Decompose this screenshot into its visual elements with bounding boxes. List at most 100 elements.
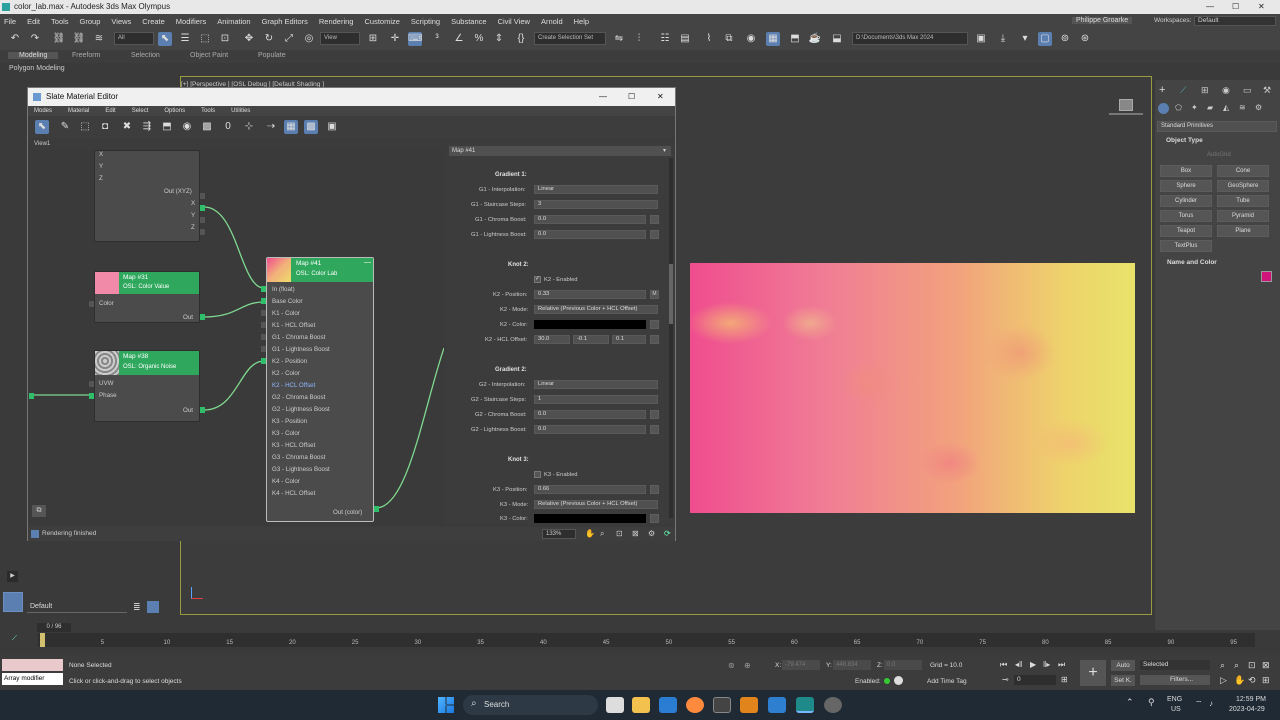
ribbon-tab-selection[interactable]: Selection <box>131 52 160 59</box>
node-map41[interactable]: Map #41 OSL: Color Lab — In (float) Base… <box>266 257 374 522</box>
pin-in-float[interactable] <box>261 286 266 292</box>
select-object-icon[interactable]: ⬉ <box>158 32 172 46</box>
next-frame-icon[interactable]: ‖▸ <box>1043 660 1050 669</box>
sme-layout-children-icon[interactable]: ⇢ <box>264 120 278 134</box>
wifi-icon[interactable]: ⌔ <box>1195 699 1203 709</box>
param-scrollbar-thumb[interactable] <box>669 264 673 324</box>
sme-material-id-icon[interactable]: 0 <box>221 120 235 134</box>
pin-out-xyz[interactable] <box>200 193 205 199</box>
grid-icon[interactable]: ⊚ <box>1058 32 1072 46</box>
node-map38[interactable]: Map #38 OSL: Organic Noise UVW Phase Out <box>94 350 200 422</box>
named-selection-dropdown[interactable]: Create Selection Set <box>534 32 606 45</box>
g1-lightness-spinner[interactable]: 0.0 <box>534 230 646 239</box>
param-scrollbar[interactable] <box>669 158 673 518</box>
percent-snap-icon[interactable]: % <box>472 32 486 46</box>
pyramid-button[interactable]: Pyramid <box>1217 210 1269 222</box>
sme-minimize-button[interactable]: — <box>599 88 607 106</box>
spacewarps-icon[interactable]: ≋ <box>1239 103 1246 112</box>
pin-map38-out[interactable] <box>200 407 205 413</box>
adaptive-degradation-icon[interactable] <box>884 678 890 684</box>
render-frame-icon[interactable]: ⬒ <box>788 32 802 46</box>
spinner-snap-icon[interactable]: ⇕ <box>492 32 506 46</box>
toggle-ribbon-icon[interactable]: ▤ <box>678 32 692 46</box>
k2-hcl-l-spinner[interactable]: 0.1 <box>612 335 646 344</box>
timeline-scrollbar[interactable] <box>38 633 1255 647</box>
viewport-layout-icon[interactable]: ▢ <box>1038 32 1052 46</box>
set-key-big-icon[interactable]: + <box>1080 660 1106 686</box>
render-preview-icon[interactable]: ⟳ <box>664 529 671 538</box>
cylinder-button[interactable]: Cylinder <box>1160 195 1212 207</box>
add-time-tag[interactable]: Add Time Tag <box>927 678 967 685</box>
reference-coord-dropdown[interactable]: View <box>320 32 360 45</box>
modify-tab-icon[interactable]: ⟋ <box>1180 85 1186 96</box>
k2-position-spinner[interactable]: 0.33 <box>534 290 646 299</box>
torus-button[interactable]: Torus <box>1160 210 1212 222</box>
node-map41-header[interactable]: Map #41 OSL: Color Lab — <box>267 258 373 282</box>
undo-icon[interactable]: ↶ <box>8 32 22 46</box>
pivot-icon[interactable]: ⊞ <box>366 32 380 46</box>
scale-icon[interactable]: ⤢ <box>282 32 296 46</box>
menu-create[interactable]: Create <box>142 17 165 26</box>
start-icon[interactable] <box>438 697 454 713</box>
display-tab-icon[interactable]: ▭ <box>1243 85 1252 96</box>
sme-parameter-editor-icon[interactable]: ▩ <box>304 120 318 134</box>
curve-editor-icon[interactable]: ⌇ <box>702 32 716 46</box>
sme-show-map-icon[interactable]: ◉ <box>180 120 194 134</box>
mirror-icon[interactable]: ⇋ <box>612 32 626 46</box>
zoom-selected-icon[interactable]: ⚙ <box>648 529 655 538</box>
time-config-icon[interactable]: ⊞ <box>1061 675 1068 684</box>
set-key-button[interactable]: Set K. <box>1111 675 1135 686</box>
g2-interp-select[interactable]: Linear <box>534 380 658 389</box>
sme-maximize-button[interactable]: ☐ <box>628 88 635 106</box>
key-mode-icon[interactable]: ⊸ <box>1002 675 1009 684</box>
sme-menu-options[interactable]: Options <box>164 108 185 114</box>
goto-end-icon[interactable]: ⏭ <box>1058 660 1065 670</box>
k3-position-spinner[interactable]: 0.66 <box>534 485 646 494</box>
sme-assign-icon[interactable]: ◘ <box>98 120 112 134</box>
object-color-swatch[interactable] <box>1261 271 1272 282</box>
current-frame-field[interactable]: 0 <box>1014 675 1056 685</box>
render-active-icon[interactable]: ⬓ <box>830 32 844 46</box>
menu-file[interactable]: File <box>4 17 16 26</box>
rect-selection-icon[interactable]: ⬚ <box>198 32 212 46</box>
sme-navigator-icon[interactable]: ▣ <box>325 120 339 134</box>
minimize-button[interactable]: — <box>1206 0 1214 14</box>
k2-hcl-c-spinner[interactable]: -0.1 <box>573 335 609 344</box>
pin-color-in[interactable] <box>89 301 94 307</box>
project-options-icon[interactable]: ▾ <box>1018 32 1032 46</box>
pan-view-icon[interactable]: ✋ <box>1234 675 1245 686</box>
pin-uvw-in[interactable] <box>89 381 94 387</box>
g1-chroma-map-button[interactable] <box>650 215 659 224</box>
node-map31[interactable]: Map #31 OSL: Color Value Color Out <box>94 271 200 323</box>
object-type-rollout[interactable]: Object Type <box>1166 137 1203 144</box>
pin-k1-hcl[interactable] <box>261 322 266 328</box>
lights-icon[interactable]: ✦ <box>1191 103 1198 112</box>
bind-spacewarp-icon[interactable]: ≋ <box>92 32 106 46</box>
zoom-extents-all-icon[interactable]: ⊠ <box>1262 660 1270 671</box>
sme-menu-edit[interactable]: Edit <box>105 108 115 114</box>
menu-graph-editors[interactable]: Graph Editors <box>262 17 308 26</box>
y-coordinate[interactable]: 448.834 <box>833 660 871 670</box>
zoom-all-icon[interactable]: ⌕ <box>1234 660 1239 671</box>
volume-icon[interactable]: ♪ <box>1209 699 1213 708</box>
cameras-icon[interactable]: ▰ <box>1207 103 1213 112</box>
sublime-icon[interactable] <box>740 697 758 713</box>
k2-enabled-checkbox[interactable]: ✓ <box>534 276 541 283</box>
layer-explorer-icon[interactable]: ☷ <box>658 32 672 46</box>
name-and-color-rollout[interactable]: Name and Color <box>1167 259 1217 266</box>
pin-out-color[interactable] <box>374 506 379 512</box>
select-by-name-icon[interactable]: ☰ <box>178 32 192 46</box>
x-coordinate[interactable]: -79.474 <box>782 660 820 670</box>
manipulate-icon[interactable]: ✛ <box>388 32 402 46</box>
k3-color-map-button[interactable] <box>650 514 659 523</box>
pin-out-z[interactable] <box>200 229 205 235</box>
geometry-icon[interactable] <box>1158 103 1169 114</box>
k2-hcl-h-spinner[interactable]: 30.0 <box>534 335 570 344</box>
filters-button[interactable]: Filters... <box>1140 675 1210 685</box>
z-coordinate[interactable]: 0.0 <box>884 660 922 670</box>
menu-modifiers[interactable]: Modifiers <box>176 17 206 26</box>
selection-filter-dropdown[interactable]: All <box>114 32 154 45</box>
menu-views[interactable]: Views <box>111 17 131 26</box>
workspaces-select[interactable]: Default <box>1194 16 1276 26</box>
pan-icon[interactable]: ✋ <box>585 529 595 538</box>
